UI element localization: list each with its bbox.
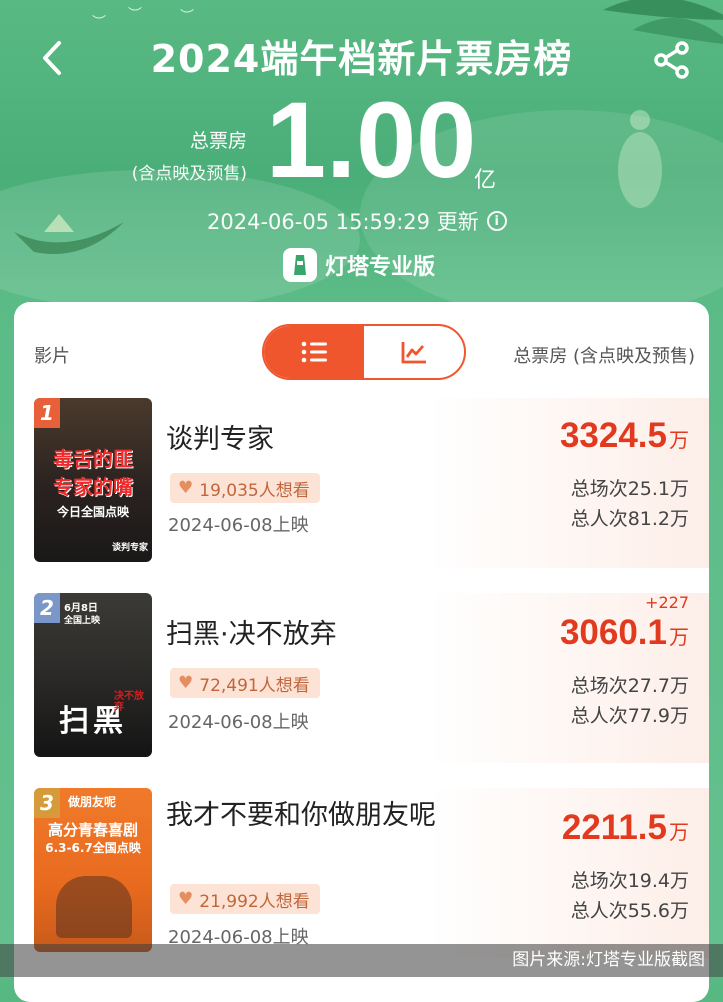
total-admissions: 总人次77.9万 — [570, 705, 689, 727]
poster-text: 决不放弃 — [114, 691, 144, 713]
gross-unit: 万 — [669, 820, 689, 844]
gross-value: 3324.5 万 — [560, 416, 689, 456]
heart-icon: ♥ — [178, 478, 194, 498]
release-date: 2024-06-08上映 — [168, 712, 309, 733]
want-count: 19,035人想看 — [199, 480, 310, 501]
figure-illustration-icon — [618, 110, 662, 208]
rank-badge: 3 — [34, 788, 60, 818]
film-title: 扫黑·决不放弃 — [166, 619, 337, 650]
gross-number: 3324.5 — [559, 416, 667, 455]
column-header-film: 影片 — [34, 346, 70, 367]
view-toggle[interactable] — [262, 324, 466, 380]
update-time-row: 2024-06-05 15:59:29 更新 i — [207, 206, 507, 236]
poster-text: 毒舌的匪 — [53, 447, 133, 471]
rank-badge: 2 — [34, 593, 60, 623]
total-box-label: 总票房 — [189, 130, 247, 152]
heart-icon: ♥ — [178, 889, 194, 909]
total-admissions: 总人次81.2万 — [570, 508, 689, 530]
film-poster: 3 做朋友呢 高分青春喜剧 6.3-6.7全国点映 — [34, 788, 152, 952]
film-poster: 2 6月8日 全国上映 扫黑 决不放弃 — [34, 593, 152, 757]
gross-number: 3060.1 — [559, 613, 667, 652]
release-date: 2024-06-08上映 — [168, 515, 309, 536]
poster-characters — [56, 876, 132, 938]
want-to-see-badge: ♥ 21,992人想看 — [170, 884, 320, 914]
want-to-see-badge: ♥ 19,035人想看 — [170, 473, 320, 503]
list-icon — [301, 341, 327, 363]
poster-text: 谈判专家 — [111, 543, 148, 553]
trend-view-tab[interactable] — [364, 326, 464, 378]
poster-text: 做朋友呢 — [68, 795, 117, 809]
want-count: 21,992人想看 — [199, 891, 310, 912]
share-button[interactable] — [648, 36, 696, 84]
film-row[interactable]: 3 做朋友呢 高分青春喜剧 6.3-6.7全国点映 我才不要和你做朋友呢 ♥ 2… — [14, 788, 709, 968]
poster-text: 全国上映 — [64, 616, 101, 626]
total-box-value: 1.00 — [266, 79, 477, 200]
poster-text: 6.3-6.7全国点映 — [45, 841, 141, 855]
lighthouse-logo-icon — [283, 248, 317, 282]
gross-delta: +227 — [645, 593, 689, 612]
poster-text: 今日全国点映 — [56, 505, 129, 519]
brand-name: 灯塔专业版 — [325, 255, 436, 280]
brand-label: 灯塔专业版 — [283, 248, 435, 282]
total-shows: 总场次27.7万 — [570, 675, 689, 697]
trend-chart-icon — [401, 342, 426, 364]
rank-badge: 1 — [34, 398, 60, 428]
film-title: 谈判专家 — [166, 424, 274, 455]
film-title: 我才不要和你做朋友呢 — [166, 800, 436, 831]
page-title: 2024端午档新片票房榜 — [150, 37, 573, 81]
film-poster: 1 毒舌的匪 专家的嘴 今日全国点映 谈判专家 — [34, 398, 152, 562]
image-source-caption: 图片来源:灯塔专业版截图 — [0, 944, 723, 977]
gross-value: 3060.1 万 — [560, 613, 689, 653]
bird-decoration-icon: ︶ — [180, 9, 194, 25]
zongzi-boat-icon — [14, 214, 124, 254]
total-box-unit: 亿 — [474, 168, 497, 193]
want-count: 72,491人想看 — [199, 675, 310, 696]
total-admissions: 总人次55.6万 — [570, 900, 689, 922]
gross-number: 2211.5 — [561, 808, 667, 847]
total-shows: 总场次25.1万 — [570, 478, 689, 500]
poster-text: 专家的嘴 — [53, 475, 133, 499]
total-shows: 总场次19.4万 — [570, 870, 689, 892]
heart-icon: ♥ — [178, 673, 194, 693]
film-row[interactable]: 1 毒舌的匪 专家的嘴 今日全国点映 谈判专家 谈判专家 ♥ 19,035人想看… — [14, 398, 709, 578]
gross-unit: 万 — [669, 625, 689, 649]
gross-value: 2211.5 万 — [562, 808, 689, 848]
list-view-tab[interactable] — [264, 326, 364, 378]
column-header-box: 总票房 (含点映及预售) — [513, 346, 695, 367]
update-time: 2024-06-05 15:59:29 更新 — [207, 210, 479, 234]
gross-unit: 万 — [669, 428, 689, 452]
bird-decoration-icon: ︶ — [128, 7, 142, 23]
poster-text: 6月8日 — [64, 603, 98, 614]
poster-text: 高分青春喜剧 — [47, 821, 138, 839]
want-to-see-badge: ♥ 72,491人想看 — [170, 668, 320, 698]
total-box-sublabel: (含点映及预售) — [131, 164, 247, 184]
ranking-card: 影片 总票房 (含点映及预售) 1 毒舌的匪 专家的嘴 今日全国点映 谈判专家 … — [14, 302, 709, 1002]
info-icon[interactable]: i — [486, 211, 507, 231]
share-icon — [654, 41, 689, 79]
header-banner: ︶ ︶ ︶ 2024端午档新片票房榜 总票房 (含点映及预售) 1.00 亿 2… — [0, 0, 723, 320]
film-row[interactable]: 2 6月8日 全国上映 扫黑 决不放弃 扫黑·决不放弃 ♥ 72,491人想看 … — [14, 593, 709, 773]
